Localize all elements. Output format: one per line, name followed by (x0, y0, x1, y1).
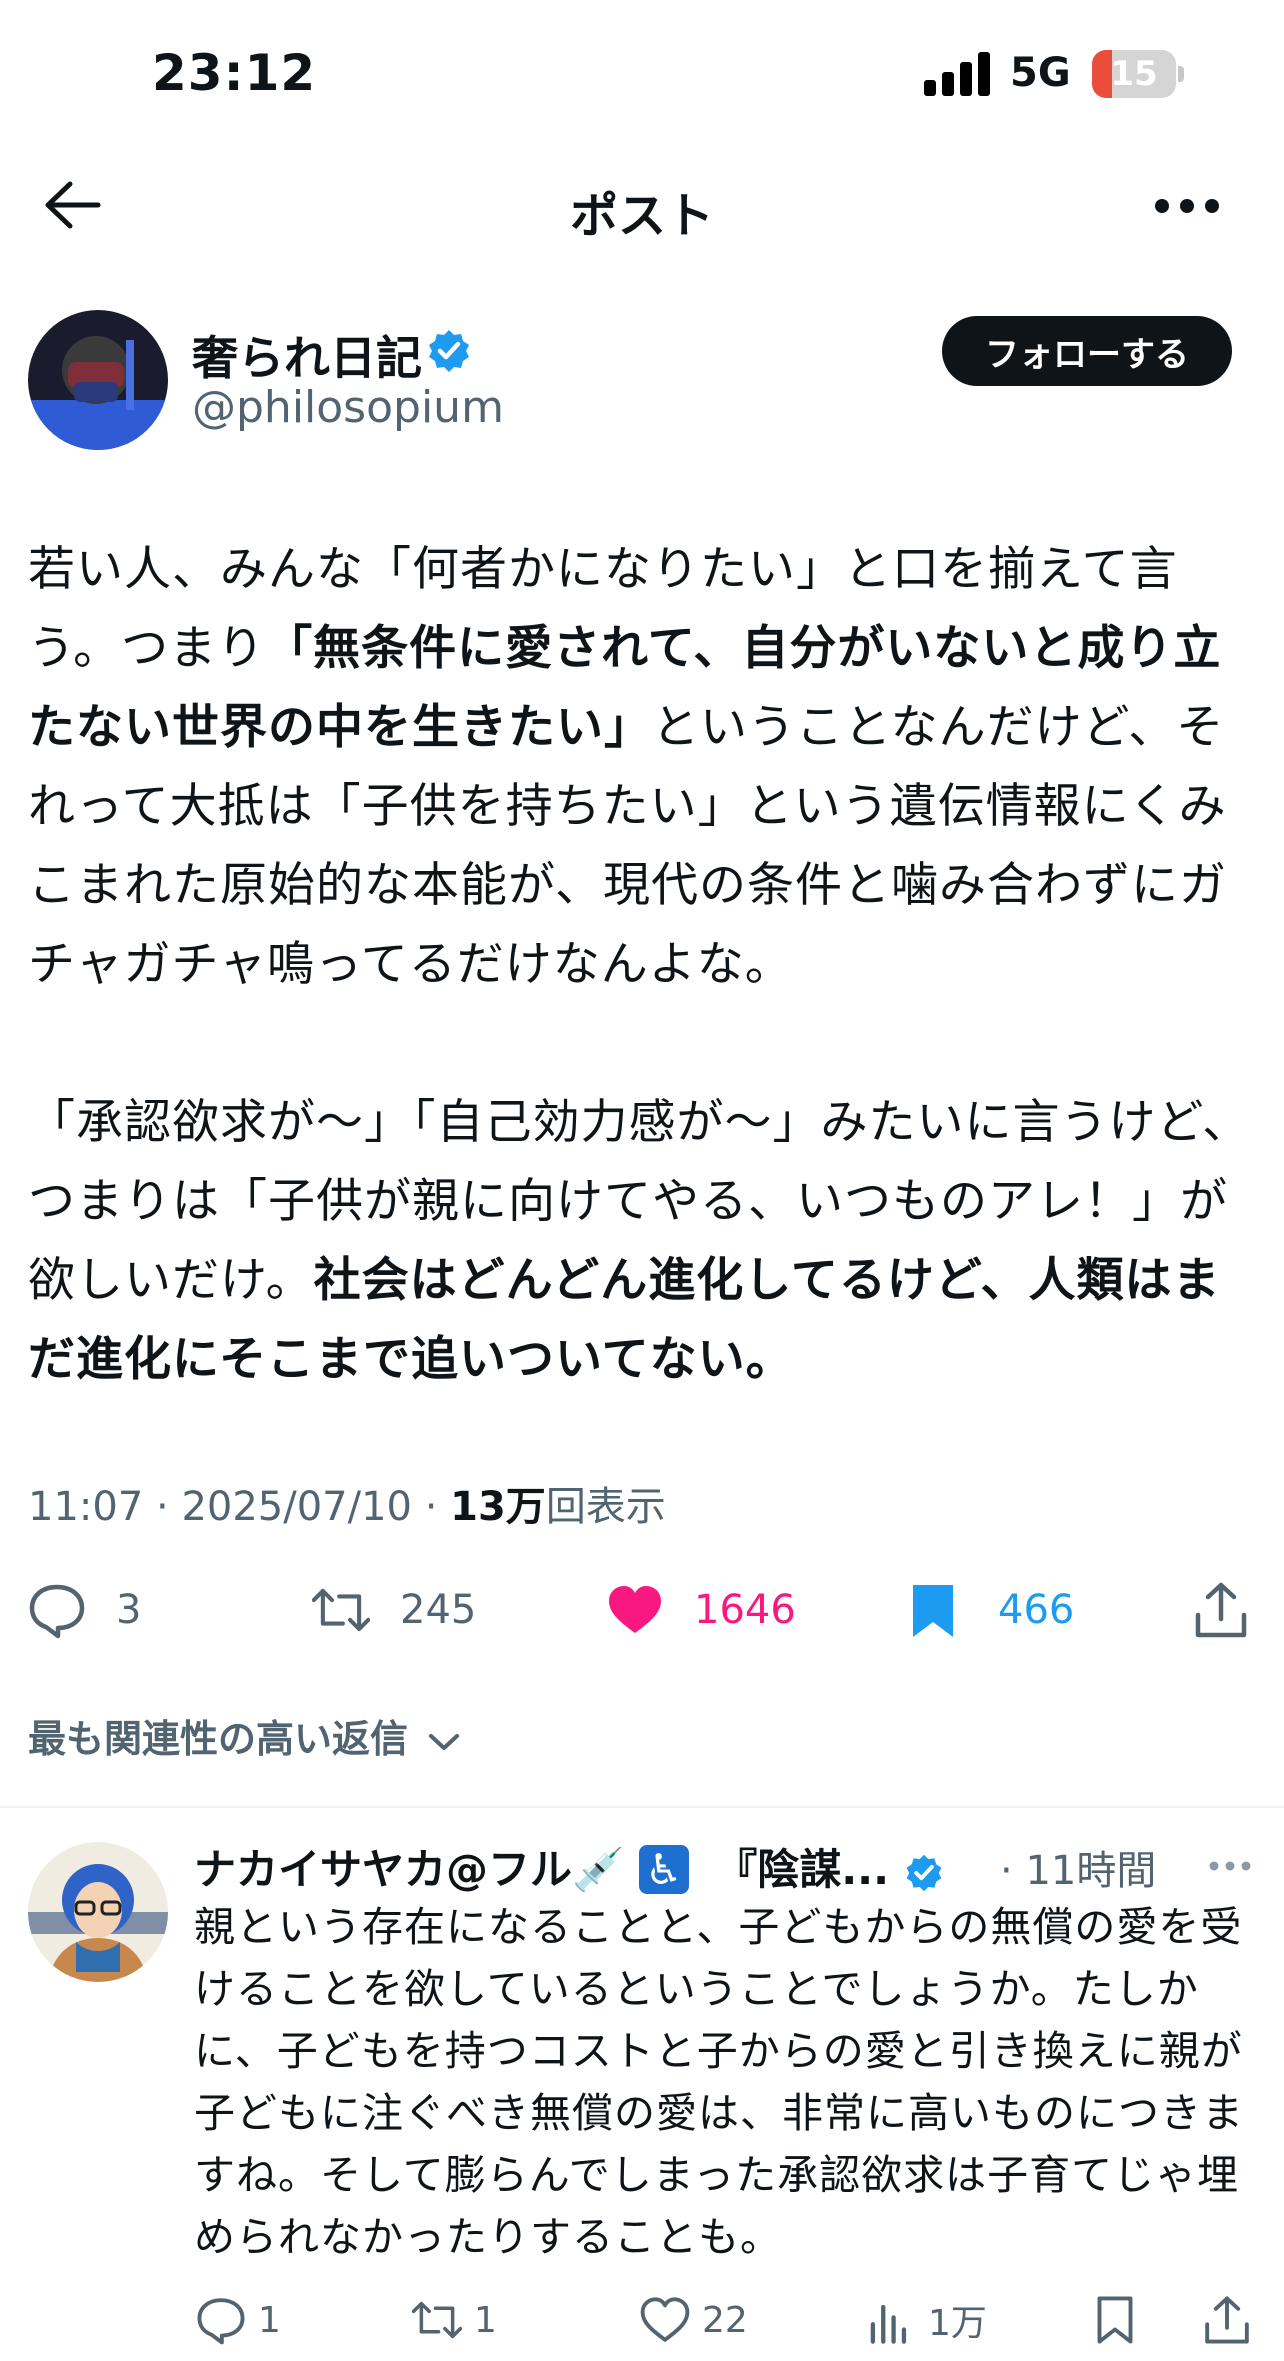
network-type: 5G (1010, 50, 1071, 96)
repost-icon (412, 2301, 462, 2339)
bookmark-count: 466 (998, 1587, 1075, 1633)
reply-timestamp: · 11時間 (1000, 1848, 1157, 1894)
like-button[interactable]: 1646 (606, 1580, 796, 1640)
reply-avatar[interactable] (28, 1842, 168, 1982)
post-paragraph: 「承認欲求が〜」「自己効力感が〜」みたいに言うけど、つまりは「子供が親に向けてや… (28, 1083, 1268, 1399)
reply-repost-count: 1 (474, 2299, 497, 2341)
reply-views-button[interactable]: 1万 (866, 2292, 987, 2348)
heart-filled-icon (609, 1586, 661, 1633)
post-text: 若い人、みんな「何者かになりたい」と口を揃えて言う。つまり「無条件に愛されて、自… (28, 530, 1268, 1399)
reply-view-count: 1万 (928, 2303, 987, 2344)
wheelchair-icon: ♿ (638, 1845, 689, 1894)
reply-icon (197, 2298, 245, 2345)
view-label: 回表示 (545, 1484, 666, 1530)
more-options-icon[interactable] (1152, 196, 1222, 216)
reply-bookmark-button[interactable] (1090, 2292, 1152, 2348)
reply-more-icon[interactable] (1208, 1858, 1252, 1874)
battery-icon: 15 (1092, 50, 1184, 98)
verified-badge-icon (906, 1854, 942, 1891)
reply-sort-dropdown[interactable]: 最も関連性の高い返信 (28, 1708, 461, 1763)
battery-level: 15 (1110, 54, 1158, 94)
post-meta: 11:07 · 2025/07/10 · 13万回表示 (28, 1484, 666, 1530)
status-time: 23:12 (152, 44, 317, 102)
reply-text: 親という存在になることと、子どもからの無償の愛を受けることを欲しているということ… (194, 1903, 1244, 2261)
like-count: 1646 (694, 1587, 796, 1633)
author-name[interactable]: 奢られ日記 (192, 322, 422, 388)
reply-count: 3 (116, 1587, 142, 1633)
signal-icon (924, 52, 990, 96)
share-button[interactable] (1192, 1580, 1250, 1640)
reply-reply-button[interactable]: 1 (196, 2292, 281, 2348)
reply-button[interactable]: 3 (28, 1580, 141, 1640)
bookmark-filled-icon (913, 1585, 953, 1637)
reply-author-name[interactable]: ナカイサヤカ@フル💉 ♿ 『陰謀... (194, 1836, 944, 1897)
post-time: 11:07 (28, 1484, 144, 1530)
reply-like-button[interactable]: 22 (640, 2292, 748, 2348)
view-count: 13万 (450, 1484, 546, 1530)
share-icon (1205, 2296, 1249, 2344)
author-avatar[interactable] (28, 310, 168, 450)
repost-count: 245 (400, 1587, 477, 1633)
chevron-down-icon (429, 1733, 460, 1750)
follow-button[interactable]: フォローする (942, 316, 1232, 386)
repost-icon (312, 1588, 370, 1632)
bookmark-outline-icon (1097, 2296, 1133, 2344)
reply-repost-button[interactable]: 1 (412, 2292, 497, 2348)
heart-outline-icon (640, 2297, 690, 2342)
page-title: ポスト (569, 188, 714, 244)
syringe-icon: 💉 (572, 1845, 625, 1894)
repost-button[interactable]: 245 (312, 1580, 476, 1640)
bookmark-button[interactable]: 466 (904, 1580, 1074, 1640)
reply-sort-label: 最も関連性の高い返信 (28, 1717, 409, 1761)
divider (0, 1806, 1284, 1808)
share-icon (1195, 1582, 1247, 1638)
author-handle[interactable]: @philosopium (192, 382, 504, 433)
reply-icon (29, 1584, 85, 1639)
reply-reply-count: 1 (258, 2299, 281, 2341)
reply-share-button[interactable] (1202, 2292, 1264, 2348)
reply-author-name-text: ナカイサヤカ@フル (194, 1845, 573, 1894)
reply-time-text: 11時間 (1025, 1848, 1157, 1894)
post-paragraph: 若い人、みんな「何者かになりたい」と口を揃えて言う。つまり「無条件に愛されて、自… (28, 530, 1268, 1004)
verified-badge-icon (429, 330, 469, 372)
post-date: 2025/07/10 (181, 1484, 412, 1530)
views-chart-icon (870, 2304, 907, 2344)
reply-author-name-suffix: 『陰謀... (715, 1845, 890, 1894)
reply-like-count: 22 (702, 2299, 748, 2341)
